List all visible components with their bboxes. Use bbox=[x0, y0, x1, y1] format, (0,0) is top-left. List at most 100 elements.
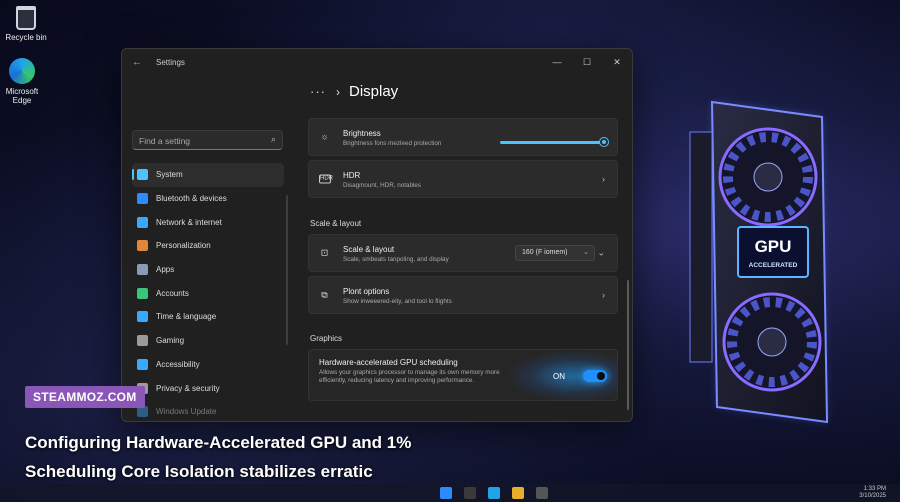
breadcrumb-more-button[interactable]: ··· bbox=[310, 84, 326, 99]
section-scale-layout: Scale & layout bbox=[310, 219, 362, 228]
brightness-slider[interactable] bbox=[500, 138, 608, 146]
content-pane: ··· › Display ☼ Brightness Brightness fo… bbox=[286, 75, 632, 421]
gpu-illustration: GPU ACCELERATED bbox=[689, 100, 829, 424]
sidebar-item-personalization[interactable]: Personalization bbox=[132, 234, 284, 258]
caption-line2: Scheduling Core Isolation stabilizes err… bbox=[25, 462, 373, 481]
brightness-title: Brightness bbox=[343, 129, 381, 138]
taskbar-edge-icon[interactable] bbox=[488, 487, 500, 499]
sidebar-item-accounts[interactable]: Accounts bbox=[132, 281, 284, 305]
io-bracket bbox=[689, 131, 713, 363]
chevron-right-icon: › bbox=[336, 84, 340, 99]
toggle-state-label: ON bbox=[553, 372, 565, 381]
scale-subtitle: Scale, smbeats tanpoling, and display bbox=[343, 256, 449, 263]
sidebar-scrollbar[interactable] bbox=[286, 195, 288, 345]
sidebar-item-apps[interactable]: Apps bbox=[132, 258, 284, 282]
sidebar-item-windows-update[interactable]: Windows Update bbox=[132, 400, 284, 421]
edge-label-line1: Microsoft bbox=[5, 87, 39, 96]
recycle-bin-label: Recycle bin bbox=[5, 33, 47, 42]
file-explorer-icon[interactable] bbox=[512, 487, 524, 499]
taskbar-clock[interactable]: 1:33 PM 3/10/2025 bbox=[859, 486, 886, 500]
section-graphics: Graphics bbox=[310, 334, 343, 343]
sidebar-item-label: Privacy & security bbox=[156, 383, 220, 393]
sidebar-item-gaming[interactable]: Gaming bbox=[132, 329, 284, 353]
sidebar-item-label: Accounts bbox=[156, 288, 189, 298]
controller-icon bbox=[137, 335, 148, 347]
chevron-down-icon: ⌄ bbox=[583, 249, 589, 256]
globe-icon bbox=[137, 311, 148, 323]
sidebar-item-label: Personalization bbox=[156, 241, 211, 251]
search-input[interactable]: Find a setting ⌕ bbox=[132, 130, 283, 150]
minimize-button[interactable]: — bbox=[542, 57, 572, 67]
apps-icon bbox=[137, 264, 148, 276]
slider-thumb[interactable] bbox=[600, 138, 608, 146]
accessibility-icon bbox=[137, 358, 148, 370]
clock-time: 1:33 PM bbox=[863, 486, 886, 492]
brush-icon bbox=[137, 240, 148, 252]
hdr-title: HDR bbox=[343, 171, 361, 180]
gpu-scheduling-card: Hardware-accelerated GPU scheduling Allo… bbox=[308, 349, 618, 402]
edge-label-line2: Edge bbox=[12, 96, 32, 105]
start-icon[interactable] bbox=[440, 487, 452, 499]
scale-dropdown[interactable]: 160 (F iomem) ⌄ bbox=[515, 245, 595, 261]
scale-dropdown-value: 160 (F iomem) bbox=[522, 249, 568, 256]
sidebar-item-label: Bluetooth & devices bbox=[156, 194, 227, 204]
plont-options-card[interactable]: ⧉ Plont options Show inweeered-eity, and… bbox=[308, 276, 618, 314]
edge-shortcut[interactable]: Microsoft Edge bbox=[0, 58, 48, 105]
person-icon bbox=[137, 287, 148, 299]
chevron-right-icon: › bbox=[602, 174, 605, 184]
scale-title: Scale & layout bbox=[343, 245, 395, 254]
sidebar-item-label: Accessibility bbox=[156, 359, 200, 369]
settings-window: ← Settings — ☐ ✕ Find a setting ⌕ System… bbox=[121, 48, 633, 422]
site-badge: STEAMMOZ.COM bbox=[25, 386, 145, 408]
gpu-scheduling-toggle[interactable] bbox=[583, 370, 607, 382]
gpu-label: GPU bbox=[755, 237, 792, 256]
bluetooth-icon bbox=[137, 193, 148, 205]
brightness-card: ☼ Brightness Brightness fons mezleed pro… bbox=[308, 118, 618, 156]
close-button[interactable]: ✕ bbox=[602, 57, 632, 68]
content-scrollbar[interactable] bbox=[627, 280, 629, 410]
wifi-icon bbox=[137, 216, 148, 228]
hdr-icon: HDR bbox=[319, 174, 333, 184]
maximize-button[interactable]: ☐ bbox=[572, 57, 602, 68]
sidebar-item-label: Apps bbox=[156, 265, 175, 275]
hdr-subtitle: Disagmount, HDR, notables bbox=[343, 182, 422, 189]
sidebar-item-label: Gaming bbox=[156, 336, 185, 346]
sidebar-item-time-language[interactable]: Time & language bbox=[132, 305, 284, 329]
sidebar-item-accessibility[interactable]: Accessibility bbox=[132, 353, 284, 377]
recycle-bin-shortcut[interactable]: Recycle bin bbox=[0, 6, 52, 42]
sidebar: Find a setting ⌕ System Bluetooth & devi… bbox=[122, 75, 288, 421]
recycle-bin-icon bbox=[16, 6, 36, 30]
chevron-right-icon: › bbox=[602, 290, 605, 300]
scale-card: ⊡ Scale & layout Scale, smbeats tanpolin… bbox=[308, 234, 618, 272]
title-bar: ← Settings — ☐ ✕ bbox=[122, 49, 632, 75]
brightness-subtitle: Brightness fons mezleed protection bbox=[343, 140, 442, 147]
sidebar-item-network[interactable]: Network & internet bbox=[132, 210, 284, 234]
sidebar-item-label: System bbox=[156, 170, 183, 180]
toggle-knob bbox=[597, 372, 605, 380]
clock-date: 3/10/2025 bbox=[859, 493, 886, 499]
sidebar-item-label: Time & language bbox=[156, 312, 217, 322]
taskbar-search-icon[interactable] bbox=[464, 487, 476, 499]
gpu-scheduling-description: Allows your graphics processor to manage… bbox=[319, 369, 500, 384]
scale-icon: ⊡ bbox=[320, 247, 329, 258]
gpu-scheduling-title: Hardware-accelerated GPU scheduling bbox=[319, 358, 458, 367]
plont-title: Plont options bbox=[343, 287, 390, 296]
sidebar-item-bluetooth[interactable]: Bluetooth & devices bbox=[132, 187, 284, 211]
sun-icon: ☼ bbox=[320, 131, 329, 142]
edge-icon bbox=[9, 58, 35, 84]
hdr-card[interactable]: HDR HDR Disagmount, HDR, notables › bbox=[308, 160, 618, 198]
gpu-sublabel: ACCELERATED bbox=[749, 262, 798, 269]
taskbar: 1:33 PM 3/10/2025 bbox=[0, 484, 900, 502]
settings-taskbar-icon[interactable] bbox=[536, 487, 548, 499]
window-title: Settings bbox=[156, 57, 185, 67]
sidebar-item-system[interactable]: System bbox=[132, 163, 284, 187]
back-arrow-icon[interactable]: ← bbox=[132, 57, 146, 68]
sidebar-item-label: Network & internet bbox=[156, 217, 222, 227]
chevron-down-icon: ⌄ bbox=[597, 247, 605, 258]
devices-icon: ⧉ bbox=[321, 289, 328, 300]
sidebar-item-privacy[interactable]: Privacy & security bbox=[132, 376, 284, 400]
search-placeholder: Find a setting bbox=[139, 136, 191, 146]
caption-line1: Configuring Hardware-Accelerated GPU and… bbox=[25, 433, 412, 452]
sidebar-item-label: Windows Update bbox=[156, 407, 217, 417]
page-title: Display bbox=[349, 83, 399, 100]
